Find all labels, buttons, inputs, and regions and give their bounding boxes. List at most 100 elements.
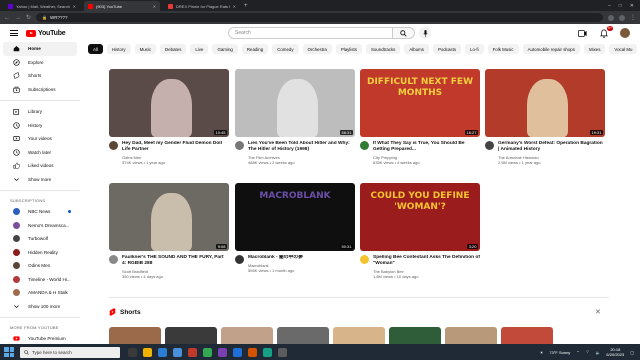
app-icon[interactable] <box>218 347 227 357</box>
browser-tab[interactable]: DREX Pinnie for Plague Rats P... ✕ <box>164 1 240 11</box>
volume-icon[interactable]: 🔈 <box>595 350 600 355</box>
video-title[interactable]: Hey Dad, Meet my Gender Fluid Demon Doll… <box>122 141 229 153</box>
sidebar-item-subscriptions[interactable]: Subscriptions <box>3 83 77 97</box>
short-thumbnail[interactable] <box>389 327 441 344</box>
video-thumbnail[interactable]: DIFFICULT NEXT FEW MONTHS 16:27 <box>360 69 480 137</box>
app-icon[interactable] <box>248 347 257 357</box>
filter-chip[interactable]: Reading <box>241 44 269 54</box>
network-icon[interactable]: ⌔ <box>586 349 590 355</box>
short-thumbnail[interactable] <box>445 327 497 344</box>
close-tab-icon[interactable]: ✕ <box>153 4 156 9</box>
video-thumbnail[interactable]: 9:08 <box>109 183 229 251</box>
account-avatar[interactable] <box>620 28 630 38</box>
filter-chip[interactable]: Lo-fi <box>465 44 484 54</box>
sidebar-item-your-videos[interactable]: Your videos <box>3 132 77 146</box>
subscription-item[interactable]: Show 100 more <box>3 300 77 314</box>
chrome-icon[interactable] <box>203 347 212 357</box>
voice-search-button[interactable] <box>419 27 431 39</box>
channel-name[interactable]: Macroblank <box>248 263 303 268</box>
close-window-icon[interactable]: ✕ <box>630 3 634 9</box>
filter-chip[interactable]: Debates <box>160 44 187 54</box>
video-thumbnail[interactable]: COULD YOU DEFINE 'WOMAN'? 3:20 <box>360 183 480 251</box>
media-app-icon[interactable] <box>188 347 197 357</box>
subscription-item[interactable]: Turbowolf <box>3 232 77 246</box>
channel-name[interactable]: The Armchair Historian <box>498 155 605 160</box>
weather-text[interactable]: 73°F Sunny <box>549 350 570 355</box>
filter-chip[interactable]: Podcasts <box>432 44 462 54</box>
channel-name[interactable]: The Film Archives <box>248 155 355 160</box>
filter-chip[interactable]: Live <box>190 44 209 54</box>
video-card[interactable]: DIFFICULT NEXT FEW MONTHS 16:27 If What Th… <box>360 69 480 165</box>
filter-chip[interactable]: Comedy <box>272 44 299 54</box>
short-thumbnail[interactable] <box>221 327 273 344</box>
video-title[interactable]: Macroblank - 闇の中の夢 <box>248 255 303 261</box>
sidebar-item-library[interactable]: Library <box>3 105 77 119</box>
video-card[interactable]: 58:31 Lies You've Been Told About Hitler … <box>235 69 355 165</box>
video-card[interactable]: 19:31 Germany's Worst Defeat: Operation B… <box>485 69 605 165</box>
browser-tab[interactable]: Yahoo | Mail, Weather, Search, Politics✕ <box>4 1 80 11</box>
close-tab-icon[interactable]: ✕ <box>73 4 76 9</box>
video-card[interactable]: 10:45 Hey Dad, Meet my Gender Fluid Demon… <box>109 69 229 165</box>
channel-avatar[interactable] <box>109 255 118 264</box>
search-button[interactable] <box>393 27 415 39</box>
address-bar[interactable]: 🔒 WR???? <box>36 13 603 22</box>
app-icon[interactable] <box>278 347 287 357</box>
filter-chip[interactable]: Music <box>134 44 157 54</box>
extension-icon[interactable] <box>608 14 614 21</box>
reload-icon[interactable]: ↻ <box>26 14 31 21</box>
video-title[interactable]: Faulkner's THE SOUND AND THE FURY, Part … <box>122 255 229 267</box>
sidebar-item-home[interactable]: Home <box>3 42 77 56</box>
channel-name[interactable]: Scott Bradfield <box>122 269 229 274</box>
sidebar-item-watch-later[interactable]: Watch later <box>3 146 77 160</box>
filter-chip[interactable]: Gaming <box>212 44 238 54</box>
notifications-icon[interactable]: 9+ <box>599 25 613 38</box>
video-title[interactable]: If What They Say is True, You Should Be … <box>373 141 480 153</box>
sidebar-item-youtube-premium[interactable]: YouTube Premium <box>3 332 77 344</box>
search-input[interactable]: Search <box>228 27 393 39</box>
filter-chip[interactable]: History <box>106 44 131 54</box>
edge-icon[interactable] <box>158 347 167 357</box>
taskbar-search-input[interactable]: Type here to search <box>20 346 120 358</box>
create-video-icon[interactable] <box>578 29 587 38</box>
video-card[interactable]: COULD YOU DEFINE 'WOMAN'? 3:20 Spelling Be… <box>360 183 480 279</box>
filter-chip[interactable]: Orchestra <box>302 44 332 54</box>
subscription-item[interactable]: NBC News <box>3 205 77 219</box>
youtube-logo[interactable]: YouTube <box>26 29 66 37</box>
sidebar-item-shorts[interactable]: Shorts <box>3 69 77 83</box>
video-title[interactable]: Spelling Bee Contestant Asks The Definit… <box>373 255 480 267</box>
subscription-item[interactable]: Timeline - World Hi... <box>3 273 77 287</box>
channel-avatar[interactable] <box>485 141 494 150</box>
sidebar-item-explore[interactable]: Explore <box>3 56 77 70</box>
windows-start-icon[interactable] <box>4 347 14 357</box>
filter-chip[interactable]: Playlists <box>335 44 362 54</box>
store-icon[interactable] <box>173 347 182 357</box>
video-thumbnail[interactable]: MACROBLANK 50:31 <box>235 183 355 251</box>
minimize-icon[interactable]: – <box>608 3 611 9</box>
app-icon[interactable] <box>263 347 272 357</box>
short-thumbnail[interactable] <box>109 327 161 344</box>
file-explorer-icon[interactable] <box>143 347 152 357</box>
browser-menu-icon[interactable]: ⋮ <box>630 14 636 21</box>
app-icon[interactable] <box>233 347 242 357</box>
close-tab-icon[interactable]: ✕ <box>233 4 236 9</box>
short-thumbnail[interactable] <box>501 327 553 344</box>
video-thumbnail[interactable]: 10:45 <box>109 69 229 137</box>
channel-avatar[interactable] <box>235 255 244 264</box>
subscription-item[interactable]: Nemo's Dreamsca... <box>3 219 77 233</box>
channel-avatar[interactable] <box>235 141 244 150</box>
maximize-icon[interactable]: □ <box>619 3 622 9</box>
filter-chip[interactable]: All <box>88 44 103 54</box>
filter-chip[interactable]: Soundtracks <box>365 44 401 54</box>
channel-name[interactable]: Odins Men <box>122 155 229 160</box>
channel-name[interactable]: The Babylon Bee <box>373 269 480 274</box>
subscription-item[interactable]: Odins Men <box>3 259 77 273</box>
filter-chip[interactable]: Mixes <box>583 44 606 54</box>
filter-chip[interactable]: Albums <box>404 44 429 54</box>
weather-icon[interactable]: ☀ <box>540 350 544 355</box>
channel-avatar[interactable] <box>109 141 118 150</box>
sidebar-item-history[interactable]: History <box>3 119 77 133</box>
subscription-item[interactable]: Hidden Reality <box>3 246 77 260</box>
filter-chip[interactable]: Vocal Mu <box>609 44 638 54</box>
video-thumbnail[interactable]: 19:31 <box>485 69 605 137</box>
back-icon[interactable]: ← <box>4 15 10 21</box>
